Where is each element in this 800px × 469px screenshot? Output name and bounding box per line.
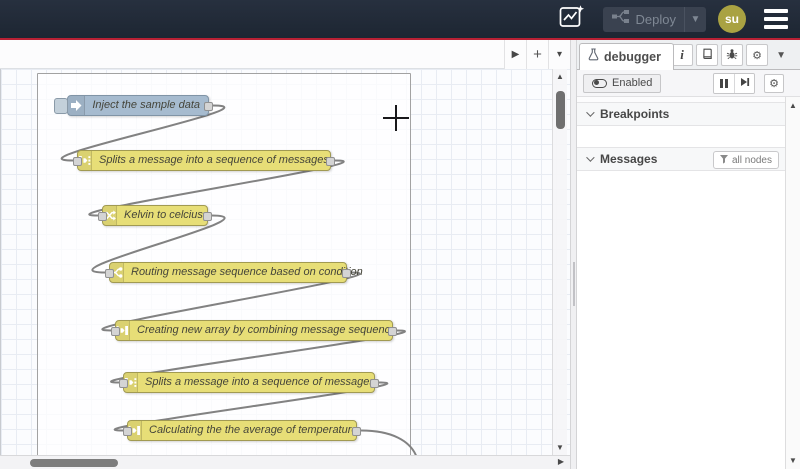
node-label: Calculating the the average of temperatu… [149, 424, 358, 436]
scroll-down-icon[interactable]: ▼ [786, 456, 800, 465]
tab-debugger-label: debugger [604, 50, 661, 64]
chevron-down-icon[interactable]: ▼ [776, 50, 786, 61]
gear-icon: ⚙ [769, 77, 779, 90]
node-label: Kelvin to celcius [124, 209, 203, 221]
bug-icon [726, 48, 738, 63]
input-port[interactable] [73, 156, 82, 166]
app-header: Deploy ▼ su [0, 0, 800, 38]
output-port[interactable] [352, 426, 361, 436]
add-flow-button[interactable]: + [526, 40, 548, 69]
node-label: Creating new array by combining message … [137, 324, 397, 336]
deploy-merge-icon [611, 10, 629, 28]
scroll-right-icon[interactable]: ▶ [558, 457, 564, 466]
deploy-label: Deploy [635, 11, 676, 27]
debug-tab-button[interactable] [721, 44, 744, 66]
message-filter-label: all nodes [731, 154, 772, 166]
hamburger-menu-icon[interactable] [762, 8, 790, 30]
output-port[interactable] [326, 156, 335, 166]
section-messages[interactable]: Messages all nodes [577, 147, 785, 171]
debugger-settings-button[interactable]: ⚙ [764, 73, 784, 93]
messages-empty-list [577, 171, 785, 469]
flow-node-join[interactable]: Calculating the the average of temperatu… [123, 420, 361, 441]
input-port[interactable] [98, 211, 107, 221]
flask-icon [588, 48, 599, 66]
node-label: Routing message sequence based on condit… [131, 266, 363, 278]
output-port[interactable] [203, 211, 212, 221]
settings-tab-button[interactable]: ⚙ [746, 44, 769, 66]
funnel-icon [719, 151, 728, 169]
section-breakpoints[interactable]: Breakpoints [577, 102, 785, 126]
pause-button[interactable] [714, 73, 734, 93]
enabled-label: Enabled [612, 77, 653, 89]
messages-label: Messages [600, 152, 658, 166]
flow-node-split[interactable]: Splits a message into a sequence of mess… [73, 150, 335, 171]
chevron-down-icon [586, 108, 595, 117]
scroll-down-icon[interactable]: ▼ [553, 443, 567, 452]
input-port[interactable] [119, 378, 128, 388]
canvas-horizontal-scrollbar[interactable]: ▶ [0, 455, 570, 469]
inject-arrow-icon [68, 96, 86, 115]
deploy-dropdown-button[interactable]: ▼ [684, 6, 706, 32]
output-port[interactable] [370, 378, 379, 388]
flow-sparkle-icon-button[interactable] [555, 4, 589, 34]
flow-tabstrip: ▶ + ▾ [0, 40, 570, 69]
sidebar: debugger i ⚙ ▼ Enabled ⚙ Breakpoints Mes… [577, 40, 800, 469]
vertical-scroll-thumb[interactable] [556, 91, 565, 129]
input-port[interactable] [123, 426, 132, 436]
flow-node-split[interactable]: Splits a message into a sequence of mess… [119, 372, 379, 393]
output-port[interactable] [342, 268, 351, 278]
flow-node-change[interactable]: Kelvin to celcius [98, 205, 212, 226]
sidebar-scrollbar[interactable]: ▲ ▼ [785, 97, 800, 469]
book-icon [701, 48, 713, 63]
toggle-on-icon [592, 78, 607, 88]
step-next-button[interactable] [734, 73, 754, 93]
flow-canvas-column: ▶ + ▾ Inject the sample data Splits a mes… [0, 40, 570, 469]
output-port[interactable] [204, 101, 213, 111]
canvas-vertical-scrollbar[interactable]: ▲ ▼ [552, 69, 567, 455]
help-tab-button[interactable] [696, 44, 719, 66]
debugger-toolbar: Enabled ⚙ [577, 70, 800, 97]
output-port[interactable] [388, 326, 397, 336]
breakpoints-label: Breakpoints [600, 107, 670, 121]
pause-icon [719, 78, 729, 88]
sidebar-splitter[interactable] [570, 40, 577, 469]
node-label: Inject the sample data [92, 99, 200, 111]
chevron-down-icon [586, 153, 595, 162]
breakpoints-empty-list [577, 126, 785, 147]
user-avatar[interactable]: su [718, 5, 746, 33]
tab-debugger[interactable]: debugger [579, 43, 674, 70]
sidebar-tabbar: debugger i ⚙ ▼ [577, 40, 800, 70]
nodes-layer: Inject the sample data Splits a message i… [1, 69, 570, 455]
deploy-button[interactable]: Deploy ▼ [602, 6, 706, 32]
splitter-grip [572, 262, 575, 306]
node-label: Splits a message into a sequence of mess… [99, 154, 332, 166]
flow-sparkle-icon [558, 3, 586, 36]
flow-node-join[interactable]: Creating new array by combining message … [111, 320, 397, 341]
node-red-app: Deploy ▼ su ▶ + ▾ Inject the sample data… [0, 0, 800, 469]
flow-node-inject[interactable]: Inject the sample data [54, 95, 213, 116]
info-icon: i [680, 47, 684, 62]
flow-canvas[interactable]: Inject the sample data Splits a message i… [0, 69, 570, 455]
step-next-icon [740, 74, 750, 92]
flow-node-switch[interactable]: Routing message sequence based on condit… [105, 262, 363, 283]
debugger-enabled-toggle[interactable]: Enabled [583, 73, 662, 93]
input-port[interactable] [111, 326, 120, 336]
scroll-up-icon[interactable]: ▲ [553, 72, 567, 81]
gear-icon: ⚙ [752, 49, 763, 62]
horizontal-scroll-thumb[interactable] [30, 458, 118, 467]
scroll-tabs-right-icon[interactable]: ▶ [504, 40, 526, 69]
message-filter-button[interactable]: all nodes [712, 151, 779, 169]
input-port[interactable] [105, 268, 114, 278]
node-label: Splits a message into a sequence of mess… [145, 376, 378, 388]
crosshair-cursor [383, 105, 409, 131]
scroll-up-icon[interactable]: ▲ [786, 101, 800, 110]
debugger-panel: Breakpoints Messages all nodes [577, 97, 800, 469]
inject-trigger-button[interactable] [54, 98, 68, 114]
info-tab-button[interactable]: i [671, 44, 694, 66]
flow-list-dropdown-icon[interactable]: ▾ [548, 40, 570, 69]
